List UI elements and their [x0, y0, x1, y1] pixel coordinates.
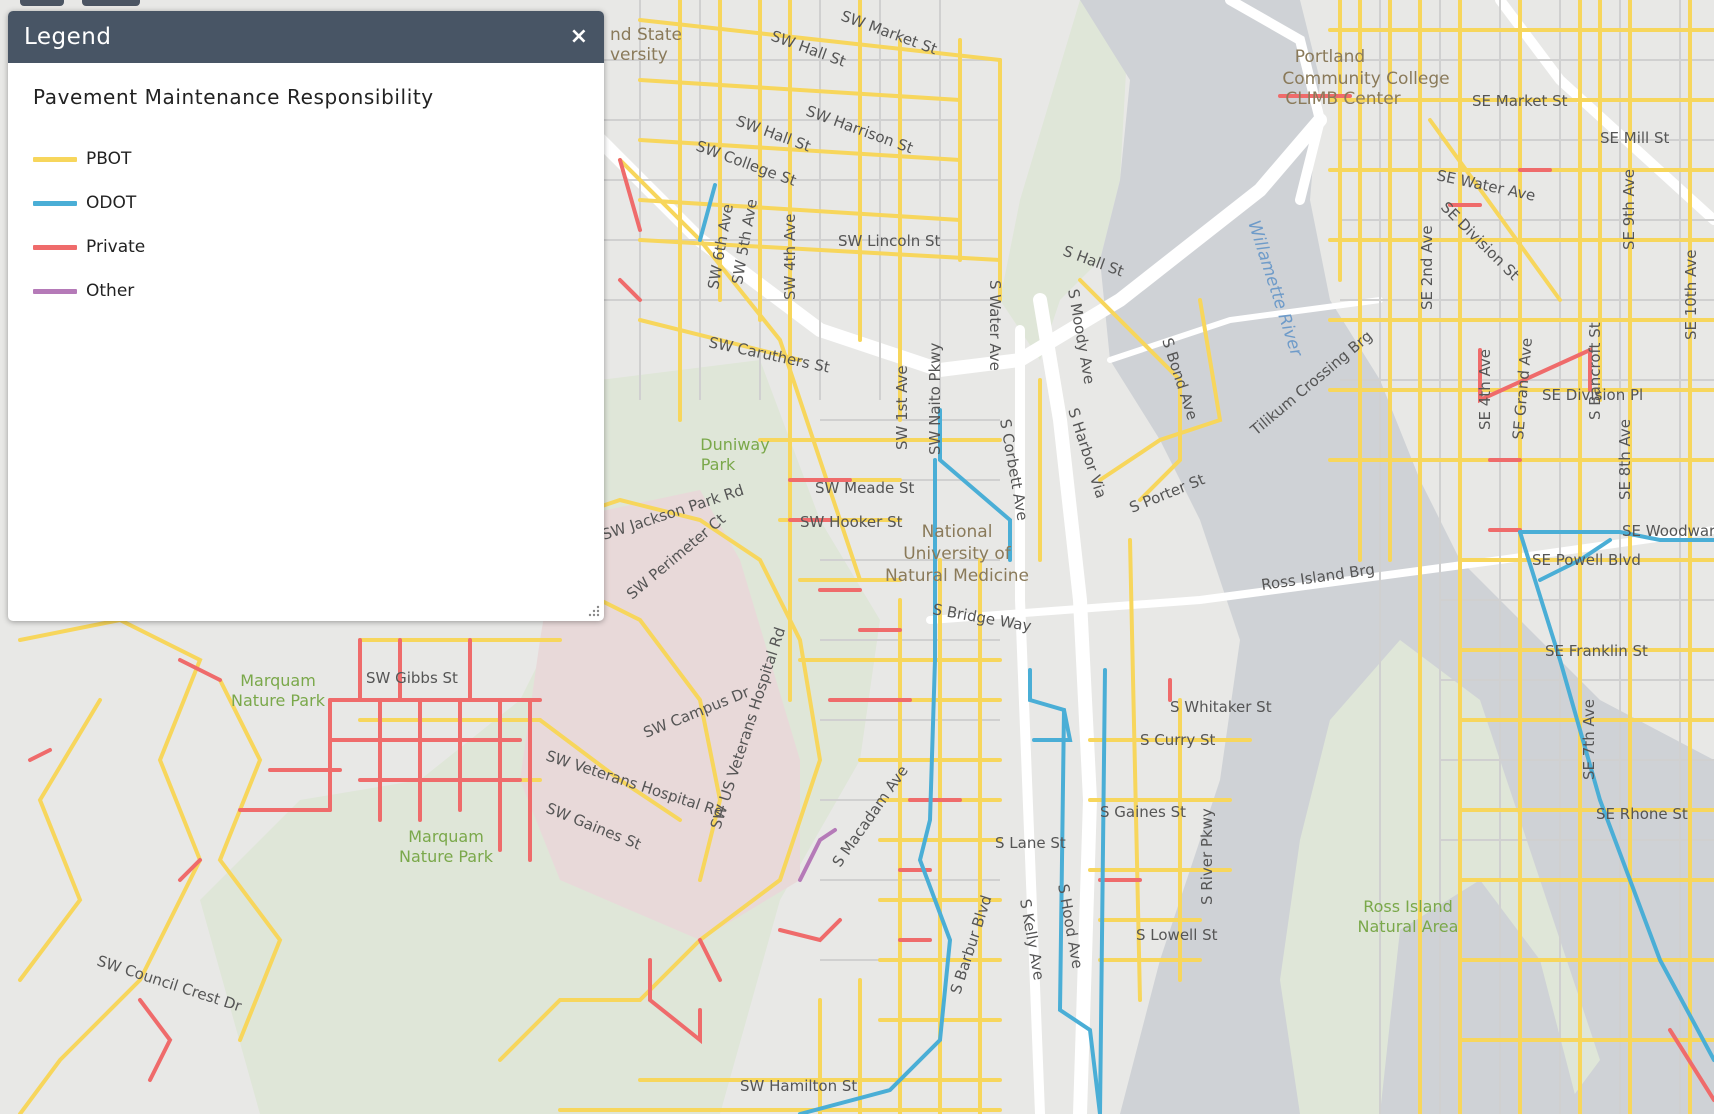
street-label: SW Gibbs St — [366, 669, 458, 687]
street-label: SE 8th Ave — [1616, 419, 1634, 500]
place-label-nunm-3: Natural Medicine — [885, 566, 1029, 586]
street-label: S Water Ave — [986, 280, 1004, 371]
legend-item-pbot: PBOT — [33, 137, 579, 181]
legend-header: Legend × — [8, 11, 604, 63]
place-label-nunm-2: University of — [903, 544, 1012, 564]
street-label: SE Rhone St — [1596, 805, 1688, 823]
map-toolbar-button[interactable] — [20, 0, 64, 6]
legend-panel: Legend × Pavement Maintenance Responsibi… — [8, 11, 604, 621]
place-label-pcc-3: CLIMB Center — [1285, 89, 1400, 109]
park-label-marquam-4: Nature Park — [399, 847, 494, 866]
legend-swatch-odot — [33, 200, 77, 206]
park-label-marquam-1: Marquam — [240, 671, 316, 690]
street-label: SE 4th Ave — [1476, 349, 1494, 430]
street-label: SW Lincoln St — [838, 232, 941, 250]
street-label: SW 4th Ave — [781, 214, 799, 300]
legend-body: Pavement Maintenance Responsibility PBOT… — [8, 63, 604, 335]
street-label: S Gaines St — [1100, 803, 1186, 821]
street-label: SE 9th Ave — [1620, 169, 1638, 250]
legend-swatch-pbot — [33, 156, 77, 162]
street-label: SW Hooker St — [800, 513, 903, 531]
place-label-pcc-1: Portland — [1295, 47, 1365, 67]
street-label: SE Mill St — [1600, 129, 1670, 147]
park-label-duniway-2: Park — [701, 455, 736, 474]
street-label: SE Franklin St — [1545, 642, 1648, 660]
street-label: S Lane St — [995, 834, 1066, 852]
street-label: SE Market St — [1472, 92, 1568, 110]
street-label: S River Pkwy — [1198, 808, 1216, 905]
place-label-pcc-2: Community College — [1282, 69, 1449, 89]
street-label: S Bancroft St — [1586, 322, 1604, 420]
legend-title: Legend — [24, 24, 112, 50]
place-label-psu: nd State — [610, 25, 682, 45]
place-label-psu-2: versity — [610, 45, 668, 65]
street-label: SE 2nd Ave — [1418, 225, 1436, 310]
park-label-marquam-3: Marquam — [408, 827, 484, 846]
close-icon[interactable]: × — [570, 26, 588, 48]
legend-item-odot: ODOT — [33, 181, 579, 225]
legend-label: PBOT — [86, 149, 132, 169]
legend-label: Other — [86, 281, 135, 301]
street-label: S Curry St — [1140, 731, 1216, 749]
legend-label: ODOT — [86, 193, 137, 213]
street-label: S Whitaker St — [1170, 698, 1272, 716]
street-label: S Lowell St — [1136, 926, 1218, 944]
legend-item-private: Private — [33, 225, 579, 269]
street-label: SW Hamilton St — [740, 1077, 857, 1095]
place-label-nunm-1: National — [922, 522, 993, 542]
street-label: SW Naito Pkwy — [926, 342, 944, 455]
resize-handle-icon[interactable] — [588, 605, 600, 617]
street-label: SE 10th Ave — [1682, 250, 1700, 341]
park-label-ross-2: Natural Area — [1358, 917, 1459, 936]
street-label: SE Powell Blvd — [1532, 551, 1641, 569]
park-label-ross-1: Ross Island — [1363, 897, 1453, 916]
legend-item-other: Other — [33, 269, 579, 313]
legend-swatch-private — [33, 244, 77, 250]
street-label: SW Meade St — [815, 479, 915, 497]
street-label: SE 7th Ave — [1580, 699, 1598, 780]
park-label-marquam-2: Nature Park — [231, 691, 326, 710]
park-label-duniway-1: Duniway — [700, 435, 769, 454]
map-toolbar-button[interactable] — [82, 0, 140, 6]
street-label: SE Woodward — [1622, 522, 1714, 540]
legend-label: Private — [86, 237, 146, 257]
street-label: SW 1st Ave — [893, 365, 911, 450]
legend-subtitle: Pavement Maintenance Responsibility — [33, 85, 434, 109]
legend-swatch-other — [33, 288, 77, 294]
